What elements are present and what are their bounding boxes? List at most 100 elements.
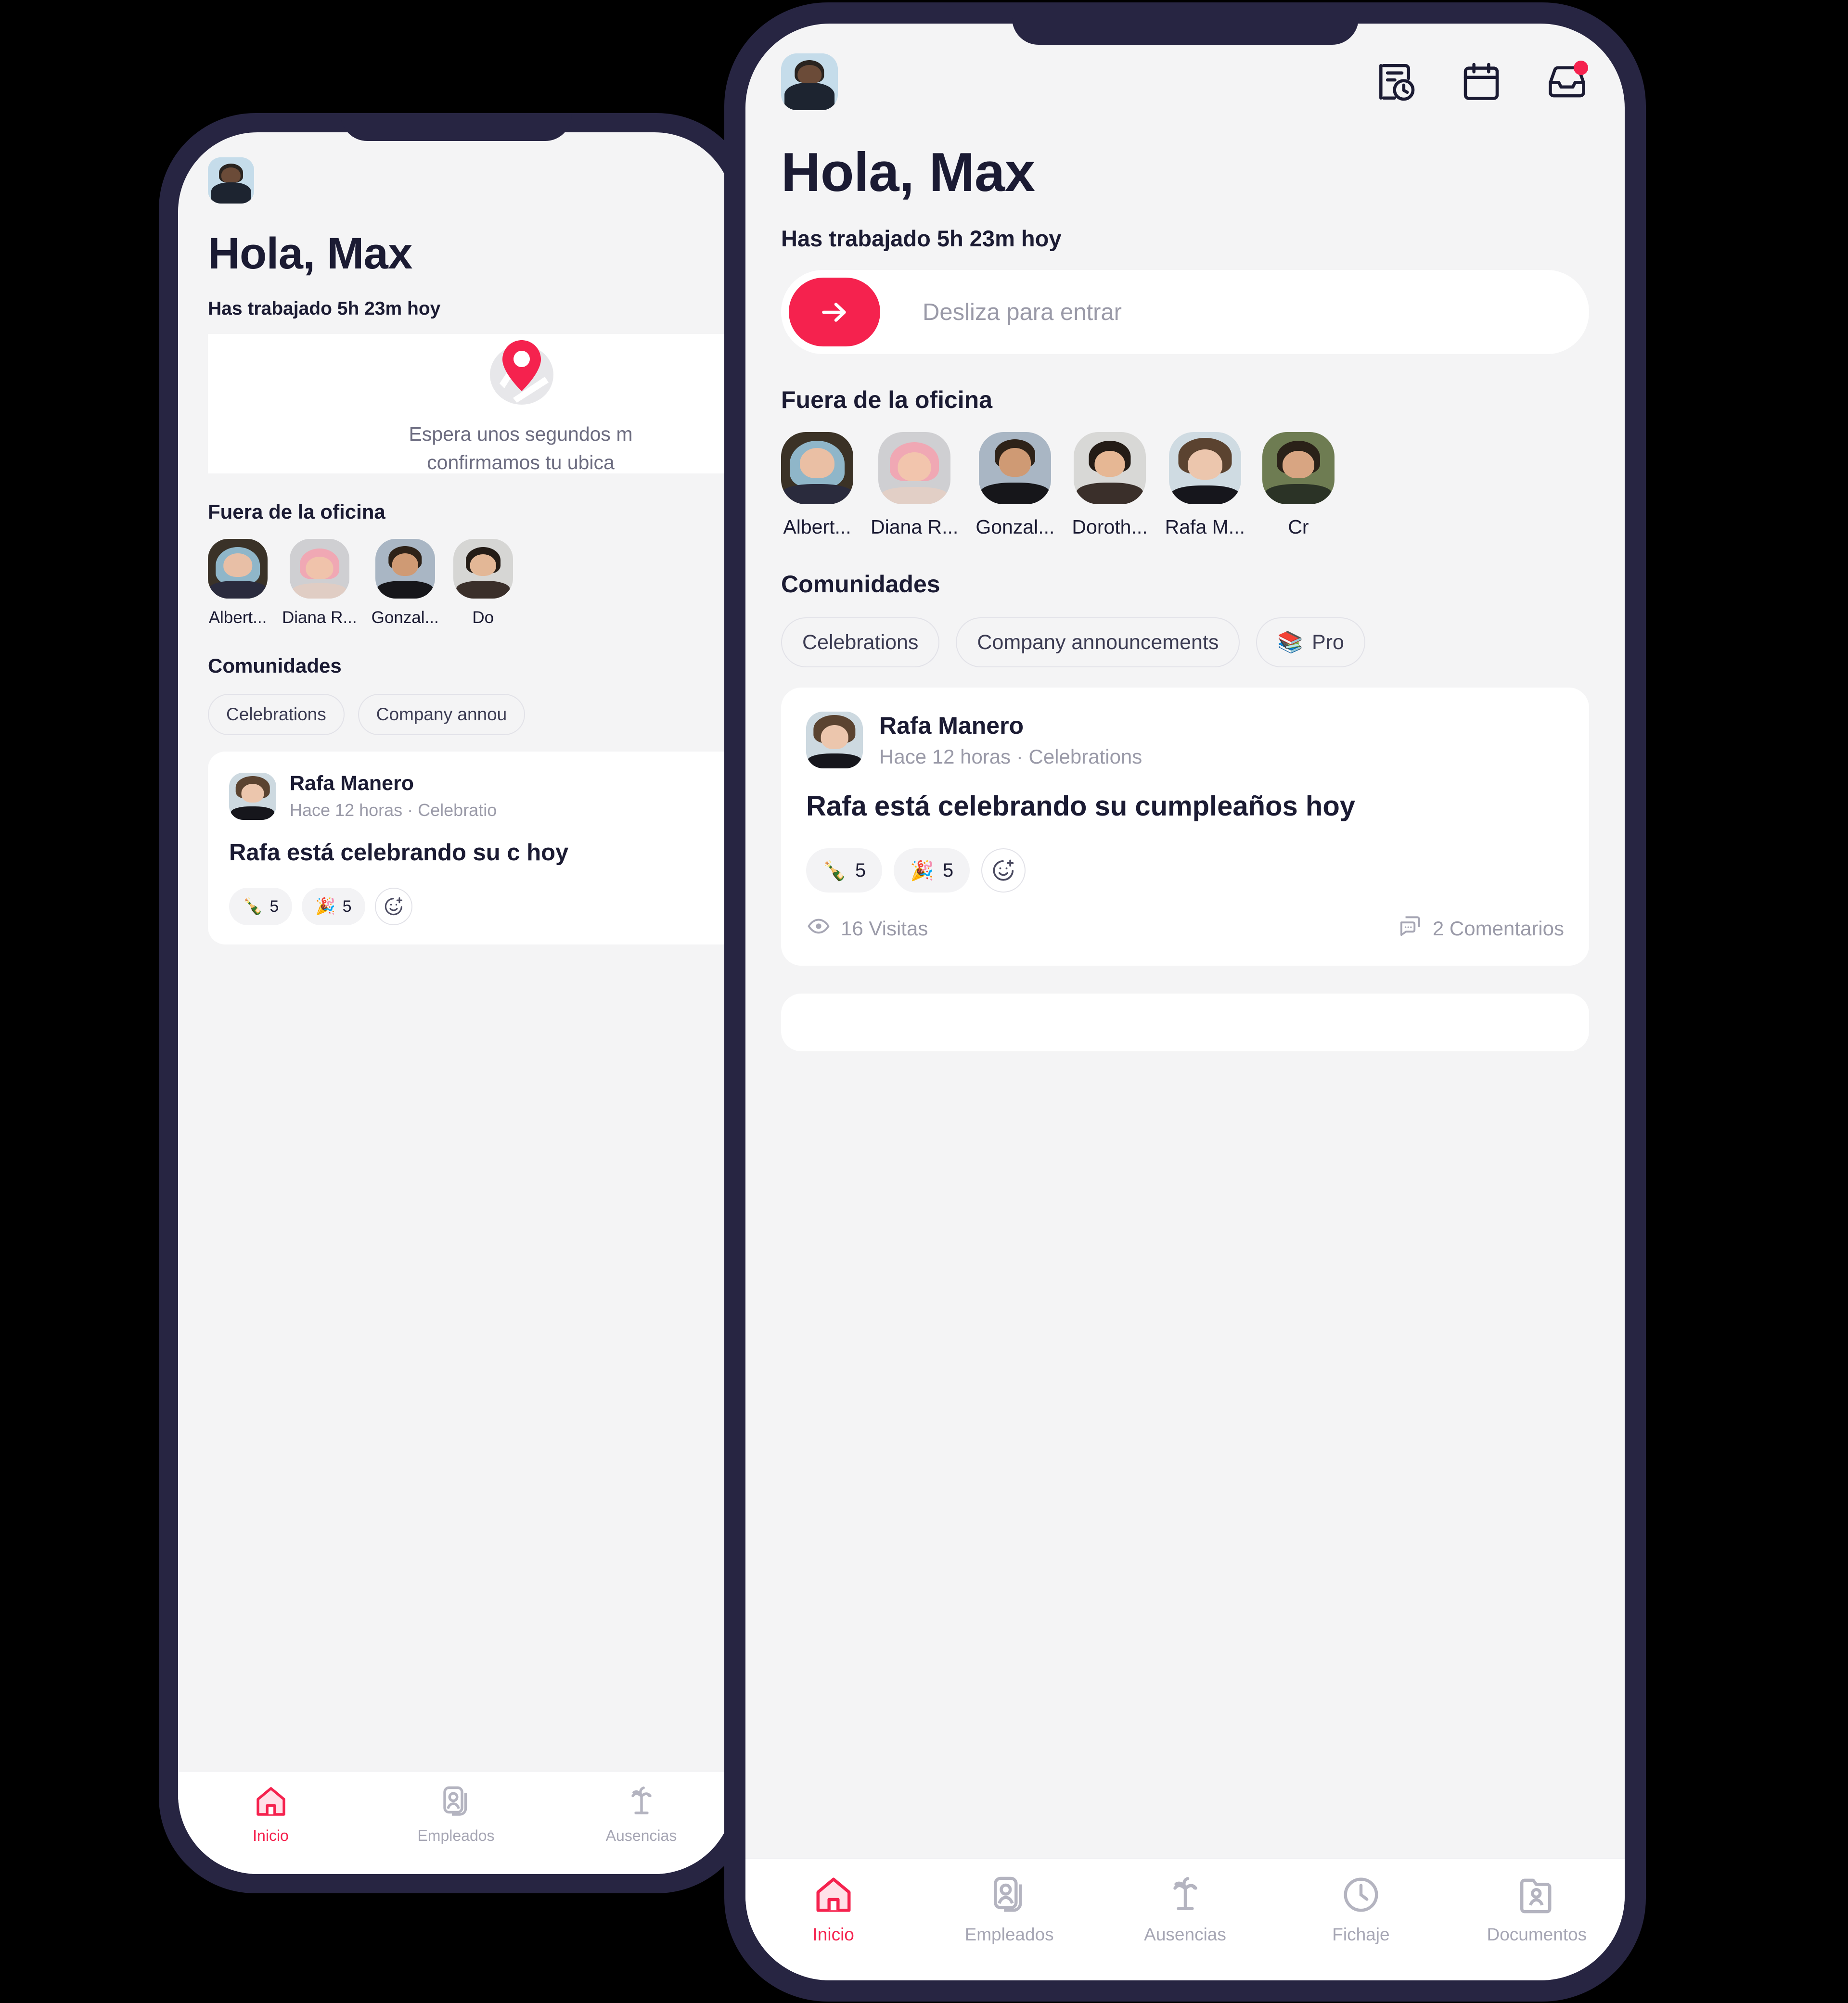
list-item-label: Diana R...	[871, 516, 959, 538]
list-item[interactable]: Diana R...	[282, 539, 357, 627]
reaction-emoji: 🎉	[315, 897, 336, 916]
post-card[interactable]: Rafa Manero Hace 12 horas · Celebrations…	[781, 688, 1589, 966]
community-chip-celebrations[interactable]: Celebrations	[781, 617, 940, 667]
list-item[interactable]: Albert...	[781, 432, 853, 538]
reaction-count: 5	[855, 859, 866, 881]
list-item-label: Diana R...	[282, 608, 357, 627]
avatar	[208, 539, 268, 599]
tab-fichaje[interactable]: Fichaje	[1273, 1874, 1449, 1945]
tab-ausencias[interactable]: Ausencias	[1097, 1874, 1273, 1945]
slide-to-clock-in[interactable]: Desliza para entrar	[781, 270, 1589, 354]
post-comments-label: 2 Comentarios	[1432, 917, 1564, 940]
employees-icon	[988, 1874, 1030, 1918]
post-reactions[interactable]: 🍾 5 🎉 5	[229, 888, 734, 926]
post-reactions[interactable]: 🍾 5 🎉 5	[806, 848, 1564, 893]
reaction-chip-party[interactable]: 🎉 5	[894, 848, 970, 893]
list-item-label: Doroth...	[1072, 516, 1148, 538]
phone-notch	[340, 113, 572, 141]
user-avatar[interactable]	[208, 157, 254, 204]
foreground-phone-mockup: Hola, Max Has trabajado 5h 23m hoy Desli…	[724, 2, 1646, 2002]
tab-ausencias[interactable]: Ausencias	[549, 1784, 734, 1845]
community-chip-pro[interactable]: 📚 Pro	[1256, 617, 1365, 667]
calendar-icon[interactable]	[1459, 60, 1503, 104]
communities-chip-list[interactable]: Celebrations Company announcements 📚 Pro	[781, 617, 1625, 667]
list-item-label: Do	[472, 608, 494, 627]
out-of-office-list[interactable]: Albert... Diana R...	[781, 432, 1625, 538]
time-tracking-icon[interactable]	[1373, 60, 1418, 104]
inbox-icon[interactable]	[1545, 60, 1589, 104]
reaction-chip[interactable]: 🎉 5	[302, 888, 365, 926]
bottom-tab-bar[interactable]: Inicio Empleados	[745, 1858, 1625, 1980]
worked-today-text: Has trabajado 5h 23m hoy	[781, 226, 1062, 251]
screenshot-stage: Hola, Max Has trabajado 5h 23m hoy Esper…	[0, 0, 1848, 2003]
community-chip-label: Company announcements	[977, 630, 1219, 654]
list-item[interactable]: Albert...	[208, 539, 268, 627]
community-chip-label: Celebrations	[802, 630, 919, 654]
bottom-tab-bar[interactable]: Inicio Empleados	[178, 1771, 734, 1874]
post-stats: 16 Visitas 2 Comentarios	[806, 914, 1564, 944]
post-comments[interactable]: 2 Comentarios	[1398, 914, 1564, 944]
champagne-icon: 🍾	[822, 860, 847, 881]
tab-documentos[interactable]: Documentos	[1449, 1874, 1625, 1945]
post-card[interactable]: Rafa Manero Hace 12 horas · Celebratio R…	[208, 752, 734, 945]
post-body: Rafa está celebrando su c hoy	[229, 840, 569, 866]
post-views-label: 16 Visitas	[841, 917, 928, 940]
post-views: 16 Visitas	[806, 914, 928, 944]
arrow-right-icon	[817, 295, 852, 330]
list-item[interactable]: Gonzal...	[372, 539, 439, 627]
community-chip[interactable]: Company annou	[358, 694, 526, 735]
community-chip-company-announcements[interactable]: Company announcements	[956, 617, 1240, 667]
add-reaction-icon[interactable]	[981, 848, 1026, 893]
out-of-office-title: Fuera de la oficina	[208, 500, 385, 523]
home-icon	[254, 1784, 288, 1821]
reaction-chip[interactable]: 🍾 5	[229, 888, 293, 926]
tab-label: Empleados	[964, 1925, 1054, 1944]
avatar	[289, 539, 349, 599]
list-item[interactable]: Do	[453, 539, 513, 627]
list-item-label: Albert...	[208, 608, 267, 627]
list-item-label: Albert...	[783, 516, 851, 538]
background-phone-screen: Hola, Max Has trabajado 5h 23m hoy Esper…	[178, 132, 734, 1874]
comment-icon	[1398, 914, 1423, 944]
post-author: Rafa Manero	[290, 772, 414, 795]
list-item[interactable]: Doroth...	[1072, 432, 1148, 538]
list-item-label: Gonzal...	[975, 516, 1055, 538]
reaction-count: 5	[342, 897, 352, 916]
avatar	[1262, 432, 1335, 504]
slider-knob[interactable]	[789, 278, 880, 346]
list-item[interactable]: Diana R...	[871, 432, 958, 538]
avatar	[878, 432, 951, 504]
tab-inicio[interactable]: Inicio	[745, 1874, 921, 1945]
notification-badge	[1574, 61, 1588, 75]
list-item-label: Gonzal...	[371, 608, 439, 627]
tab-label: Inicio	[253, 1827, 289, 1844]
avatar	[375, 539, 435, 599]
tab-label: Documentos	[1487, 1925, 1587, 1944]
reaction-emoji: 🍾	[243, 897, 263, 916]
location-wait-text: Espera unos segundos m confirmamos tu ub…	[409, 420, 633, 477]
employees-icon	[439, 1784, 474, 1821]
user-avatar[interactable]	[781, 53, 838, 110]
list-item[interactable]: Rafa M...	[1165, 432, 1245, 538]
tab-empleados[interactable]: Empleados	[921, 1874, 1097, 1945]
page-title: Hola, Max	[208, 229, 412, 278]
communities-title: Comunidades	[208, 654, 342, 677]
add-reaction-icon[interactable]	[374, 888, 412, 926]
list-item-label: Rafa M...	[1165, 516, 1245, 538]
reaction-chip-champagne[interactable]: 🍾 5	[806, 848, 883, 893]
books-icon: 📚	[1277, 631, 1303, 654]
list-item[interactable]: Cr	[1262, 432, 1335, 538]
post-card-next[interactable]	[781, 994, 1589, 1052]
palm-tree-icon	[624, 1784, 659, 1821]
background-phone-mockup: Hola, Max Has trabajado 5h 23m hoy Esper…	[159, 113, 753, 1893]
app-header	[178, 132, 734, 204]
header-icon-group[interactable]	[1373, 60, 1589, 104]
tab-label: Fichaje	[1332, 1925, 1390, 1944]
communities-chip-list[interactable]: Celebrations Company annou	[208, 694, 734, 735]
out-of-office-list[interactable]: Albert... Diana R...	[208, 539, 734, 627]
list-item[interactable]: Gonzal...	[975, 432, 1054, 538]
tab-empleados[interactable]: Empleados	[363, 1784, 549, 1845]
tab-label: Empleados	[417, 1827, 495, 1844]
community-chip[interactable]: Celebrations	[208, 694, 345, 735]
tab-inicio[interactable]: Inicio	[178, 1784, 363, 1845]
